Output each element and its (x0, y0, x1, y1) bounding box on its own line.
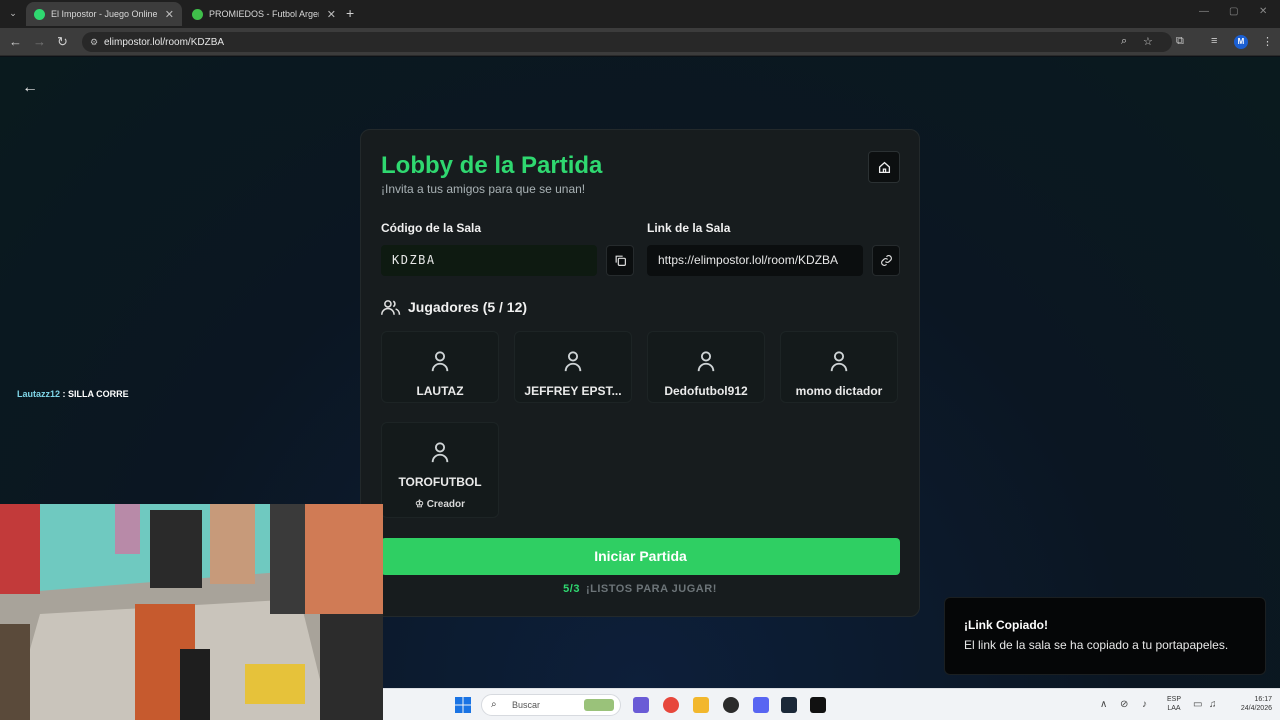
player-card: momo dictador (780, 331, 898, 403)
file-explorer-app-icon[interactable] (693, 697, 709, 713)
tab-title: El Impostor - Juego Online Gratis (51, 9, 157, 19)
tray-volume-icon[interactable]: ♫ (1209, 699, 1217, 710)
player-name: Dedofutbol912 (664, 384, 748, 398)
chat-text: SILLA CORRE (68, 389, 129, 399)
player-name: momo dictador (795, 384, 883, 398)
tab-promiedos[interactable]: PROMIEDOS - Futbol Argentino ✕ (184, 2, 344, 26)
language-indicator[interactable]: ESP LAA (1163, 695, 1185, 713)
lobby-subtitle: ¡Invita a tus amigos para que se unan! (381, 182, 586, 196)
tray-display-icon[interactable]: ▭ (1193, 699, 1202, 710)
room-code-label: Código de la Sala (381, 221, 482, 235)
tab-title: PROMIEDOS - Futbol Argentino (209, 9, 319, 19)
user-icon (431, 351, 449, 372)
creator-badge: ♔ Creador (382, 499, 498, 510)
search-highlight-icon (584, 699, 614, 711)
clock[interactable]: 16:17 24/4/2026 (1228, 695, 1272, 713)
user-icon (564, 351, 582, 372)
discord-app-icon[interactable] (753, 697, 769, 713)
home-icon (878, 161, 890, 174)
webcam-overlay (0, 504, 383, 720)
copy-code-button[interactable] (606, 245, 634, 276)
link-icon (880, 255, 892, 267)
page-back-arrow-icon[interactable]: ← (22, 79, 38, 97)
ready-text: ¡LISTOS PARA JUGAR! (585, 583, 717, 595)
copy-icon (615, 255, 626, 267)
zoom-icon[interactable]: ⌕ (1121, 35, 1127, 48)
obs-app-icon[interactable] (723, 697, 739, 713)
crown-icon: ♔ (414, 499, 424, 510)
link-copied-toast: ¡Link Copiado! El link de la sala se ha … (944, 597, 1266, 675)
tab-el-impostor[interactable]: El Impostor - Juego Online Gratis ✕ (26, 2, 182, 26)
players-heading: Jugadores (5 / 12) (381, 298, 527, 316)
windows-taskbar: ⌕ Buscar ∧ ⊘ ♪ ESP LAA ▭ ♫ 16:17 24/4/20… (383, 688, 1280, 720)
room-link-label: Link de la Sala (647, 221, 731, 235)
player-card: LAUTAZ (381, 331, 499, 403)
taskbar-search-placeholder: Buscar (512, 700, 541, 710)
user-icon (830, 351, 848, 372)
webcam-room-image (0, 504, 383, 720)
language-top: ESP (1166, 696, 1181, 703)
back-icon[interactable]: ← (9, 34, 22, 50)
teams-app-icon[interactable] (633, 697, 649, 713)
site-info-icon[interactable]: ⚙ (90, 37, 100, 47)
start-game-button[interactable]: Iniciar Partida (381, 538, 900, 575)
window-close-icon[interactable]: ✕ (1259, 6, 1267, 17)
toast-message: El link de la sala se ha copiado a tu po… (964, 638, 1229, 652)
chat-separator: : (60, 389, 69, 399)
player-card-creator: TOROFUTBOL ♔ Creador (381, 422, 499, 518)
impostor-favicon-icon (34, 8, 45, 20)
tab-search-chevron-icon[interactable]: ⌄ (6, 6, 20, 20)
minimize-icon[interactable]: — (1199, 6, 1209, 17)
close-tab-icon[interactable]: ✕ (165, 8, 174, 21)
user-icon (431, 442, 449, 463)
language-bottom: LAA (1167, 705, 1181, 712)
url-text: elimpostor.lol/room/KDZBA (104, 36, 225, 48)
room-link-field[interactable]: https://elimpostor.lol/room/KDZBA (647, 245, 863, 276)
ready-status: 5/3 ¡LISTOS PARA JUGAR! (361, 583, 919, 595)
search-icon: ⌕ (491, 699, 497, 710)
ready-count: 5/3 (563, 583, 580, 595)
tray-network-off-icon[interactable]: ⊘ (1120, 699, 1128, 710)
copy-link-button[interactable] (872, 245, 900, 276)
player-card: JEFFREY EPST... (514, 331, 632, 403)
close-tab-icon[interactable]: ✕ (327, 8, 336, 21)
player-name: TOROFUTBOL (398, 475, 482, 489)
promiedos-favicon-icon (192, 8, 203, 20)
windows-start-icon[interactable] (455, 697, 471, 713)
home-button[interactable] (868, 151, 900, 183)
tray-overflow-icon[interactable]: ∧ (1100, 699, 1107, 710)
tray-microphone-icon[interactable]: ♪ (1142, 699, 1147, 710)
forward-icon[interactable]: → (33, 34, 46, 50)
steam-app-icon[interactable] (781, 697, 797, 713)
taskbar-search[interactable]: ⌕ Buscar (481, 694, 621, 716)
bookmark-star-icon[interactable]: ☆ (1143, 35, 1153, 48)
room-code-field[interactable]: KDZBA (381, 245, 597, 276)
stream-chat-message: Lautazz12 : SILLA CORRE (17, 389, 129, 399)
users-icon (381, 300, 401, 315)
lobby-title: Lobby de la Partida (381, 152, 603, 179)
chat-username: Lautazz12 (17, 389, 61, 399)
new-tab-plus-icon[interactable]: + (346, 5, 354, 21)
player-name: JEFFREY EPST... (524, 384, 622, 398)
game-app-icon[interactable] (810, 697, 826, 713)
chrome-app-icon[interactable] (663, 697, 679, 713)
user-icon (697, 351, 715, 372)
media-control-icon[interactable]: ≡ (1211, 35, 1217, 47)
clock-date: 24/4/2026 (1240, 705, 1272, 712)
reload-icon[interactable]: ↻ (57, 34, 68, 50)
profile-avatar[interactable]: M (1234, 35, 1248, 49)
browser-menu-icon[interactable]: ⋮ (1262, 35, 1273, 48)
lobby-card: Lobby de la Partida ¡Invita a tus amigos… (360, 129, 920, 617)
extensions-icon[interactable]: ⧉ (1176, 35, 1184, 48)
player-card: Dedofutbol912 (647, 331, 765, 403)
creator-badge-label: Creador (426, 499, 466, 510)
address-bar[interactable]: ⚙ elimpostor.lol/room/KDZBA (82, 32, 1172, 52)
players-count-text: Jugadores (5 / 12) (408, 299, 528, 315)
toast-title: ¡Link Copiado! (964, 618, 1048, 632)
browser-tab-strip: ⌄ El Impostor - Juego Online Gratis ✕ PR… (0, 0, 1280, 28)
player-name: LAUTAZ (416, 384, 464, 398)
maximize-icon[interactable]: ▢ (1229, 6, 1238, 17)
clock-time: 16:17 (1254, 696, 1272, 703)
browser-toolbar: ← → ↻ ⚙ elimpostor.lol/room/KDZBA ⌕ ☆ ⧉ … (0, 28, 1280, 56)
